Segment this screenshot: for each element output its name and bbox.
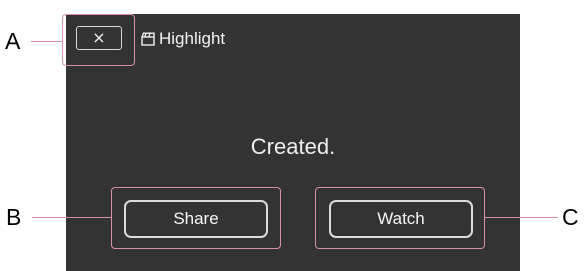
callout-line-a: [31, 41, 62, 42]
film-clapper-icon: [141, 32, 155, 46]
callout-label-a: A: [5, 28, 21, 54]
dialog-title: Highlight: [159, 29, 226, 48]
callout-box-c: [315, 187, 485, 249]
callout-label-b: B: [6, 204, 22, 230]
callout-box-b: [111, 187, 281, 249]
callout-line-c: [485, 217, 558, 218]
status-message: Created.: [250, 134, 336, 159]
callout-line-b: [32, 217, 111, 218]
callout-label-c: C: [562, 204, 579, 230]
callout-box-a: [62, 14, 135, 66]
